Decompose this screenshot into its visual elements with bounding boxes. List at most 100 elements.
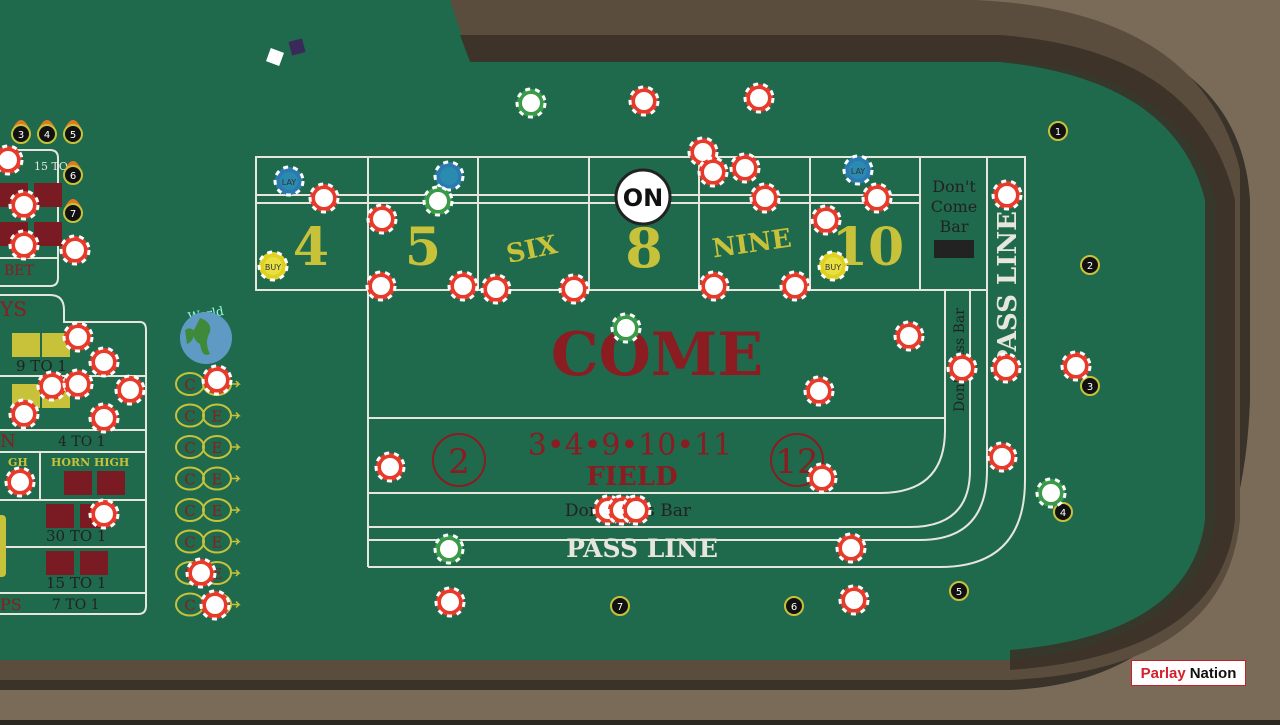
chip[interactable] xyxy=(810,204,842,236)
chip[interactable] xyxy=(893,320,925,352)
field-numbers[interactable]: 3•4•9•10•11 xyxy=(528,428,732,463)
dont-come-bar-line2: Come xyxy=(931,197,978,216)
svg-text:5: 5 xyxy=(70,130,76,141)
chip[interactable] xyxy=(986,441,1018,473)
chip[interactable] xyxy=(1035,477,1067,509)
chip[interactable] xyxy=(835,532,867,564)
rail-number-puck[interactable]: 7 xyxy=(610,596,630,616)
chip[interactable] xyxy=(422,185,454,217)
chip[interactable] xyxy=(806,462,838,494)
chip[interactable] xyxy=(433,160,465,192)
chip[interactable] xyxy=(1060,350,1092,382)
svg-text:4: 4 xyxy=(1060,508,1066,519)
svg-text:C: C xyxy=(184,376,195,394)
pass-line-side[interactable]: PASS LINE xyxy=(993,211,1023,369)
chip[interactable] xyxy=(4,466,36,498)
chip[interactable] xyxy=(8,229,40,261)
chip[interactable] xyxy=(365,270,397,302)
chip[interactable] xyxy=(729,152,761,184)
svg-text:7: 7 xyxy=(617,602,623,613)
prop-15-to-1: 15 TO 1 xyxy=(46,574,106,592)
chip[interactable] xyxy=(308,182,340,214)
chip[interactable] xyxy=(62,321,94,353)
svg-text:E: E xyxy=(212,502,223,520)
prop-9-to-1: 9 TO 1 xyxy=(16,357,67,375)
prop-ps: PS xyxy=(0,595,22,614)
chip[interactable] xyxy=(803,375,835,407)
chip[interactable] xyxy=(628,85,660,117)
chip[interactable] xyxy=(88,402,120,434)
rail-number-puck[interactable]: 1 xyxy=(1048,121,1068,141)
logo-part1: Parlay xyxy=(1140,664,1186,682)
chip[interactable] xyxy=(620,494,652,526)
die-icon xyxy=(34,183,62,207)
chip[interactable] xyxy=(62,368,94,400)
place-5[interactable]: 5 xyxy=(405,217,441,278)
place-8[interactable]: 8 xyxy=(625,216,663,280)
chip[interactable] xyxy=(8,398,40,430)
prop-7-to-1: 7 TO 1 xyxy=(52,597,100,613)
svg-text:C: C xyxy=(184,502,195,520)
svg-text:1: 1 xyxy=(1055,127,1061,138)
svg-text:7: 7 xyxy=(70,209,76,220)
svg-text:E: E xyxy=(212,408,223,426)
chip[interactable] xyxy=(199,589,231,621)
chip[interactable] xyxy=(861,182,893,214)
svg-text:C: C xyxy=(184,408,195,426)
chip[interactable] xyxy=(515,87,547,119)
place-4[interactable]: 4 xyxy=(293,217,329,278)
chip[interactable] xyxy=(366,203,398,235)
chip[interactable] xyxy=(36,370,68,402)
chip[interactable] xyxy=(698,270,730,302)
chip[interactable] xyxy=(610,312,642,344)
rail-number-puck[interactable]: 3 xyxy=(1080,376,1100,396)
prop-4-to-1: 4 TO 1 xyxy=(58,434,106,450)
logo-part2: Nation xyxy=(1189,664,1237,682)
chip[interactable] xyxy=(990,352,1022,384)
rail-number-puck[interactable]: 5 xyxy=(949,581,969,601)
craps-table: 4 5 SIX 8 NINE 10 Don't Come Bar PASS LI… xyxy=(0,0,1280,720)
chip[interactable] xyxy=(59,234,91,266)
dont-come-bar-line1: Don't xyxy=(932,177,976,196)
die-icon xyxy=(64,471,92,495)
come-area[interactable]: COME xyxy=(551,320,763,390)
chip[interactable] xyxy=(433,533,465,565)
chip[interactable] xyxy=(88,346,120,378)
lay-label: LAY xyxy=(851,167,865,176)
chip[interactable] xyxy=(114,374,146,406)
chip[interactable] xyxy=(697,156,729,188)
chip[interactable] xyxy=(185,557,217,589)
svg-text:3: 3 xyxy=(1087,382,1093,393)
lay-label: LAY xyxy=(282,178,296,187)
chip[interactable] xyxy=(8,189,40,221)
chip[interactable] xyxy=(991,179,1023,211)
field-label[interactable]: FIELD xyxy=(586,462,677,492)
chip[interactable] xyxy=(558,273,590,305)
chip[interactable] xyxy=(749,182,781,214)
svg-text:6: 6 xyxy=(70,171,76,182)
chip[interactable] xyxy=(743,82,775,114)
parlay-nation-logo: Parlay Nation xyxy=(1131,660,1246,686)
prop-horn-high[interactable]: HORN HIGH xyxy=(51,456,129,469)
chip[interactable] xyxy=(434,586,466,618)
die-icon xyxy=(12,333,40,357)
chip[interactable] xyxy=(88,498,120,530)
rail-number-puck[interactable]: 2 xyxy=(1080,255,1100,275)
chip[interactable] xyxy=(447,270,479,302)
chip[interactable] xyxy=(779,270,811,302)
chip[interactable] xyxy=(946,352,978,384)
chip[interactable] xyxy=(201,364,233,396)
svg-text:2: 2 xyxy=(1087,261,1093,272)
prop-bet: BET xyxy=(4,263,35,279)
pass-line-bottom[interactable]: PASS LINE xyxy=(566,534,718,563)
on-puck-label: ON xyxy=(623,184,664,212)
dice-icon xyxy=(934,240,974,258)
chip[interactable] xyxy=(374,451,406,483)
buy-label: BUY xyxy=(265,263,281,272)
svg-text:E: E xyxy=(212,439,223,457)
chip[interactable] xyxy=(480,273,512,305)
die-icon xyxy=(80,551,108,575)
prop-30-to-1: 30 TO 1 xyxy=(46,527,106,545)
rail-number-puck[interactable]: 6 xyxy=(784,596,804,616)
chip[interactable] xyxy=(838,584,870,616)
